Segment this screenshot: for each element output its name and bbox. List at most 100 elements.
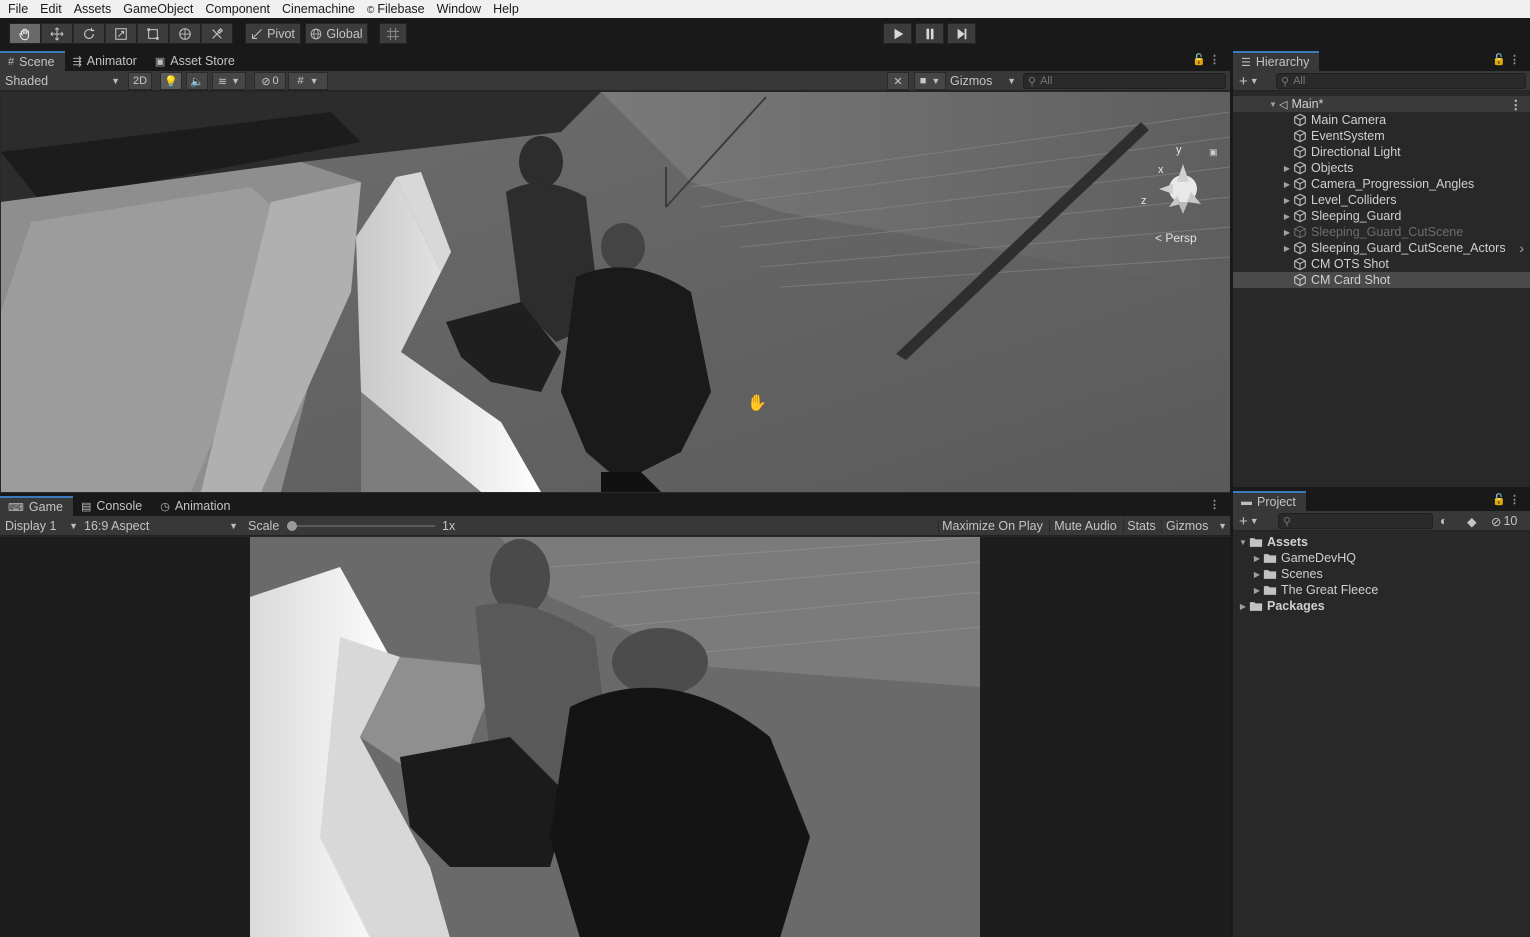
effects-dropdown[interactable]: ≋ ▼	[212, 72, 246, 90]
hierarchy-item[interactable]: ▶ Objects	[1233, 160, 1530, 176]
shading-mode-dropdown[interactable]: Shaded ▼	[5, 73, 120, 89]
menu-help[interactable]: Help	[487, 0, 525, 18]
camera-dropdown[interactable]: ■ ▼	[914, 72, 946, 90]
hierarchy-item[interactable]: ▶ Level_Colliders	[1233, 192, 1530, 208]
chevron-right-icon[interactable]: ▶	[1281, 212, 1293, 221]
hierarchy-item[interactable]: CM Card Shot	[1233, 272, 1530, 288]
chevron-right-icon[interactable]: ▶	[1251, 570, 1263, 579]
more-options-icon[interactable]: ⋮	[1209, 53, 1220, 66]
search-by-label-button[interactable]: ◆	[1467, 513, 1477, 529]
scene-search-input[interactable]: ⚲ All	[1023, 73, 1226, 89]
create-dropdown[interactable]: + ▼	[1239, 73, 1265, 90]
stats-toggle[interactable]: Stats	[1123, 518, 1159, 534]
tab-scene[interactable]: # Scene	[0, 51, 65, 71]
tools-toggle[interactable]: ✕	[887, 72, 909, 90]
tab-asset-store[interactable]: ▣ Asset Store	[147, 51, 245, 71]
more-options-icon[interactable]: ⋮	[1509, 493, 1520, 506]
create-asset-dropdown[interactable]: + ▼	[1239, 513, 1265, 530]
audio-toggle[interactable]: 🔈	[186, 72, 208, 90]
hierarchy-item[interactable]: ▶ Sleeping_Guard_CutScene	[1233, 224, 1530, 240]
project-folder-row[interactable]: ▶ Packages	[1233, 598, 1530, 614]
rect-tool-button[interactable]	[137, 23, 169, 44]
play-button[interactable]	[883, 23, 912, 44]
chevron-right-icon[interactable]: ▶	[1251, 554, 1263, 563]
menu-gameobject[interactable]: GameObject	[117, 0, 199, 18]
custom-tool-button[interactable]	[201, 23, 233, 44]
prefab-open-icon[interactable]: ›	[1519, 240, 1524, 256]
hierarchy-item[interactable]: Main Camera	[1233, 112, 1530, 128]
rotate-tool-button[interactable]	[73, 23, 105, 44]
tab-animator[interactable]: ⇶ Animator	[65, 51, 147, 71]
more-options-icon[interactable]: ⋮	[1209, 498, 1220, 511]
more-options-icon[interactable]: ⋮	[1510, 97, 1523, 112]
tab-game[interactable]: ⌨ Game	[0, 496, 73, 516]
menu-assets[interactable]: Assets	[68, 0, 118, 18]
menu-file[interactable]: File	[0, 0, 34, 18]
hidden-packages-toggle[interactable]: ⊘ 10	[1491, 513, 1517, 529]
aspect-dropdown[interactable]: 16:9 Aspect ▼	[84, 518, 238, 534]
tab-animation[interactable]: ◷ Animation	[152, 496, 240, 516]
hierarchy-item[interactable]: CM OTS Shot	[1233, 256, 1530, 272]
2d-toggle[interactable]: 2D	[128, 72, 152, 90]
game-viewport[interactable]	[0, 537, 1230, 937]
hierarchy-item[interactable]: Directional Light	[1233, 144, 1530, 160]
chevron-right-icon[interactable]: ▶	[1281, 196, 1293, 205]
lock-icon[interactable]: 🔓	[1192, 53, 1206, 66]
unity-scene-icon: ◁	[1279, 98, 1288, 111]
grid-toggle[interactable]: # ▼	[288, 72, 328, 90]
chevron-right-icon[interactable]: ▶	[1281, 244, 1293, 253]
display-dropdown[interactable]: Display 1 ▼	[5, 518, 78, 534]
hierarchy-item[interactable]: ▶ Sleeping_Guard	[1233, 208, 1530, 224]
tab-project[interactable]: ▬ Project	[1233, 491, 1306, 511]
hierarchy-search-input[interactable]: ⚲ All	[1276, 73, 1526, 89]
chevron-right-icon[interactable]: ▶	[1281, 228, 1293, 237]
hand-cursor-icon: ✋	[747, 395, 767, 412]
chevron-down-icon[interactable]: ▼	[1237, 538, 1249, 547]
gizmo-lock-icon[interactable]: ▣	[1209, 147, 1218, 158]
chevron-right-icon[interactable]: ▶	[1281, 164, 1293, 173]
scene-viewport[interactable]: y x z ▣ < Persp ✋	[1, 92, 1230, 492]
tab-console[interactable]: ▤ Console	[73, 496, 152, 516]
lock-icon[interactable]: 🔓	[1492, 53, 1506, 66]
project-folder-row[interactable]: ▶ The Great Fleece	[1233, 582, 1530, 598]
chevron-right-icon[interactable]: ▶	[1237, 602, 1249, 611]
global-toggle[interactable]: Global	[305, 23, 368, 44]
mute-audio-toggle[interactable]: Mute Audio	[1049, 518, 1121, 534]
move-tool-button[interactable]	[41, 23, 73, 44]
menu-component[interactable]: Component	[199, 0, 276, 18]
hidden-objects-toggle[interactable]: ⊘ 0	[254, 72, 286, 90]
transform-tool-button[interactable]	[169, 23, 201, 44]
more-options-icon[interactable]: ⋮	[1509, 53, 1520, 66]
chevron-right-icon[interactable]: ▶	[1281, 180, 1293, 189]
chevron-right-icon[interactable]: ▶	[1251, 586, 1263, 595]
menu-window[interactable]: Window	[431, 0, 487, 18]
project-folder-row[interactable]: ▼ Assets	[1233, 534, 1530, 550]
scale-tool-button[interactable]	[105, 23, 137, 44]
grid-snap-button[interactable]	[379, 23, 407, 44]
pivot-toggle[interactable]: Pivot	[245, 23, 301, 44]
menu-cinemachine[interactable]: Cinemachine	[276, 0, 361, 18]
scene-row[interactable]: ▼ ◁ Main* ⋮	[1233, 96, 1530, 112]
menu-edit[interactable]: Edit	[34, 0, 68, 18]
search-by-type-button[interactable]: ◐	[1440, 513, 1448, 529]
lighting-toggle[interactable]: 💡	[160, 72, 182, 90]
tab-hierarchy[interactable]: ☰ Hierarchy	[1233, 51, 1320, 71]
hierarchy-item[interactable]: EventSystem	[1233, 128, 1530, 144]
projection-toggle[interactable]: < Persp	[1155, 231, 1197, 245]
hand-tool-button[interactable]	[9, 23, 41, 44]
lock-icon[interactable]: 🔓	[1492, 493, 1506, 506]
chevron-down-icon[interactable]: ▼	[1267, 100, 1279, 109]
hierarchy-item[interactable]: ▶ Sleeping_Guard_CutScene_Actors ›	[1233, 240, 1530, 256]
project-folder-row[interactable]: ▶ GameDevHQ	[1233, 550, 1530, 566]
scale-slider-thumb[interactable]	[287, 521, 297, 531]
gizmos-dropdown[interactable]: Gizmos ▼	[950, 73, 1016, 89]
game-gizmos-dropdown[interactable]: Gizmos ▼	[1161, 518, 1227, 534]
menu-filebase[interactable]: © Filebase	[361, 0, 431, 18]
step-button[interactable]	[947, 23, 976, 44]
project-search-input[interactable]: ⚲	[1278, 513, 1433, 529]
hierarchy-item[interactable]: ▶ Camera_Progression_Angles	[1233, 176, 1530, 192]
maximize-on-play-toggle[interactable]: Maximize On Play	[938, 518, 1046, 534]
scale-slider-track[interactable]	[287, 521, 435, 531]
pause-button[interactable]	[915, 23, 944, 44]
project-folder-row[interactable]: ▶ Scenes	[1233, 566, 1530, 582]
